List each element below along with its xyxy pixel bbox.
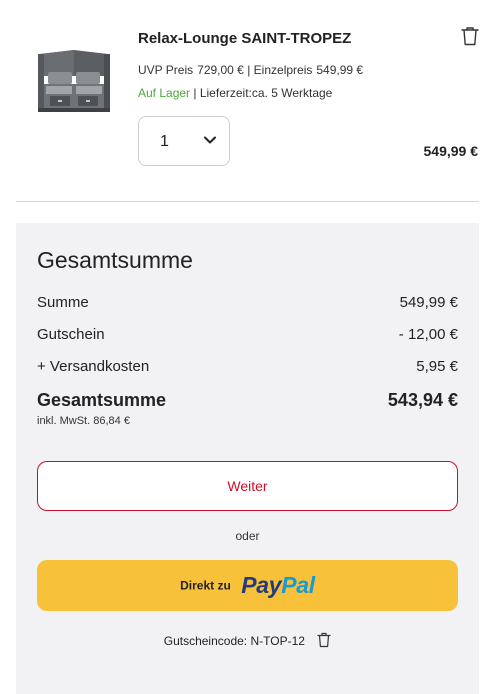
- availability-info: Auf Lager | Lieferzeit:ca. 5 Werktage: [138, 86, 332, 100]
- uvp-label: UVP Preis: [138, 63, 194, 77]
- subtotal-label: Summe: [37, 294, 89, 311]
- divider: [16, 201, 479, 202]
- paypal-logo: PayPal: [241, 560, 315, 611]
- coupon-code: Gutscheincode: N-TOP-12: [16, 632, 479, 648]
- price-separator: |: [247, 63, 251, 77]
- price-info: UVP Preis 729,00 € | Einzelpreis 549,99 €: [138, 63, 363, 77]
- quantity-value: 1: [160, 133, 169, 150]
- trash-icon[interactable]: [461, 26, 479, 46]
- paypal-logo-pal: Pal: [281, 572, 315, 599]
- cart-item: Relax-Lounge SAINT-TROPEZ UVP Preis 729,0…: [0, 0, 500, 202]
- paypal-logo-pay: Pay: [241, 572, 282, 599]
- paypal-prefix: Direkt zu: [180, 578, 231, 593]
- paypal-checkout-button[interactable]: Direkt zu PayPal: [37, 560, 458, 611]
- paypal-button-content: Direkt zu PayPal: [37, 560, 458, 611]
- shipping-label: + Versandkosten: [37, 358, 150, 375]
- coupon-code-text: Gutscheincode: N-TOP-12: [163, 634, 305, 648]
- continue-button[interactable]: Weiter: [37, 461, 458, 511]
- trash-icon[interactable]: [317, 632, 331, 648]
- summary-heading: Gesamtsumme: [37, 247, 193, 273]
- cart-page: Relax-Lounge SAINT-TROPEZ UVP Preis 729,0…: [0, 0, 500, 694]
- subtotal-value: 549,99 €: [399, 294, 458, 311]
- product-title[interactable]: Relax-Lounge SAINT-TROPEZ: [138, 30, 351, 47]
- voucher-label: Gutschein: [37, 326, 105, 343]
- unit-price-label: Einzelpreis: [253, 63, 313, 77]
- quantity-select[interactable]: 1: [138, 116, 230, 166]
- uvp-value: 729,00 €: [197, 63, 244, 77]
- order-summary: Gesamtsumme Summe 549,99 € Gutschein - 1…: [16, 223, 479, 694]
- or-separator: oder: [235, 529, 260, 543]
- delivery-time: ca. 5 Werktage: [251, 86, 333, 100]
- total-label: Gesamtsumme: [37, 390, 167, 410]
- voucher-value: - 12,00 €: [398, 326, 458, 343]
- unit-price-value: 549,99 €: [316, 63, 364, 77]
- delivery-label: | Lieferzeit:: [193, 86, 252, 100]
- chevron-down-icon: [204, 136, 216, 144]
- stock-status: Auf Lager: [138, 86, 191, 100]
- vat-note: inkl. MwSt. 86,84 €: [37, 415, 130, 427]
- shipping-value: 5,95 €: [416, 358, 458, 375]
- total-value: 543,94 €: [387, 390, 458, 410]
- line-total: 549,99 €: [423, 143, 479, 159]
- lounge-product-image[interactable]: [34, 46, 114, 118]
